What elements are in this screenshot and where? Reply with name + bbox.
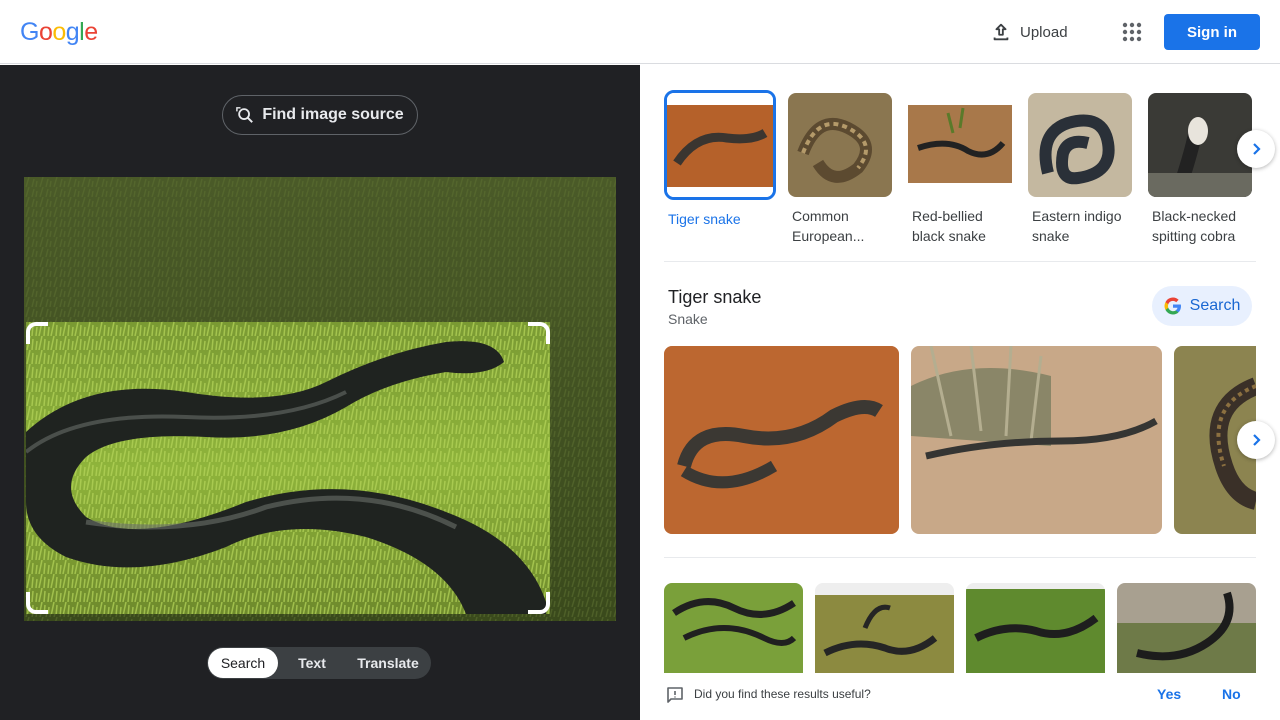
upload-label: Upload [1020, 23, 1068, 41]
image-search-icon [236, 106, 254, 124]
match-label: Common European... [792, 208, 865, 244]
find-image-source-label: Find image source [262, 106, 404, 123]
logo-letter: e [84, 18, 98, 46]
find-image-source-button[interactable]: Find image source [222, 95, 418, 135]
crop-corner-top-left[interactable] [26, 322, 48, 344]
match-thumbnail [1028, 93, 1132, 197]
matches-next-button[interactable] [1237, 130, 1275, 168]
apps-grid-icon[interactable] [1118, 18, 1146, 46]
result-image[interactable] [815, 583, 954, 673]
entity-search-button[interactable]: Search [1152, 286, 1252, 326]
google-logo[interactable]: Google [20, 18, 98, 47]
crop-corner-bottom-right[interactable] [528, 592, 550, 614]
query-image-panel: Find image source Search Text Translate [0, 65, 640, 720]
sign-in-button[interactable]: Sign in [1164, 14, 1260, 50]
chevron-right-icon [1248, 141, 1264, 157]
match-tiger-snake[interactable]: Tiger snake [664, 90, 776, 229]
logo-letter: o [38, 18, 53, 46]
match-thumbnail [664, 90, 776, 200]
feedback-no-button[interactable]: No [1222, 686, 1241, 702]
entity-title: Tiger snake [668, 287, 762, 307]
match-black-necked-spitting-cobra[interactable]: Black-necked spitting cobra [1148, 93, 1252, 246]
match-common-european-adder[interactable]: Common European... [788, 93, 892, 246]
result-image[interactable] [966, 583, 1105, 673]
section-divider [664, 261, 1256, 262]
feedback-icon [666, 686, 684, 704]
chevron-right-icon [1248, 432, 1264, 448]
result-image[interactable] [664, 346, 899, 534]
feedback-question: Did you find these results useful? [694, 687, 871, 701]
mode-tabs: Search Text Translate [207, 647, 431, 679]
top-bar: Google Upload Sign in [0, 0, 1280, 64]
logo-letter: G [20, 18, 39, 46]
logo-letter: g [65, 18, 80, 46]
feedback-bar: Did you find these results useful? Yes N… [640, 675, 1280, 720]
logo-letter: o [52, 18, 66, 46]
match-label: Red-bellied black snake [912, 208, 986, 244]
match-eastern-indigo-snake[interactable]: Eastern indigo snake [1028, 93, 1132, 246]
entity-subtitle: Snake [668, 311, 708, 327]
result-image[interactable] [1117, 583, 1256, 673]
crop-corner-top-right[interactable] [528, 322, 550, 344]
entity-search-label: Search [1189, 297, 1241, 314]
tab-text[interactable]: Text [278, 648, 346, 678]
match-thumbnail [788, 93, 892, 197]
crop-corner-bottom-left[interactable] [26, 592, 48, 614]
crop-region[interactable] [26, 322, 550, 614]
results-panel: Tiger snake Common European... Red-belli… [640, 65, 1280, 720]
match-red-bellied-black-snake[interactable]: Red-bellied black snake [908, 93, 1012, 246]
images-next-button[interactable] [1237, 421, 1275, 459]
feedback-yes-button[interactable]: Yes [1157, 686, 1181, 702]
result-image[interactable] [664, 583, 803, 673]
google-g-icon [1164, 297, 1182, 315]
result-image[interactable] [911, 346, 1162, 534]
match-thumbnail [908, 93, 1012, 197]
tab-search[interactable]: Search [208, 648, 278, 678]
section-divider [664, 557, 1256, 558]
upload-button[interactable]: Upload [990, 18, 1068, 46]
match-label: Tiger snake [668, 211, 741, 227]
match-label: Eastern indigo snake [1032, 208, 1122, 244]
query-snake-image[interactable] [24, 177, 616, 621]
tab-translate[interactable]: Translate [346, 648, 430, 678]
match-label: Black-necked spitting cobra [1152, 208, 1237, 244]
upload-icon [990, 21, 1012, 43]
